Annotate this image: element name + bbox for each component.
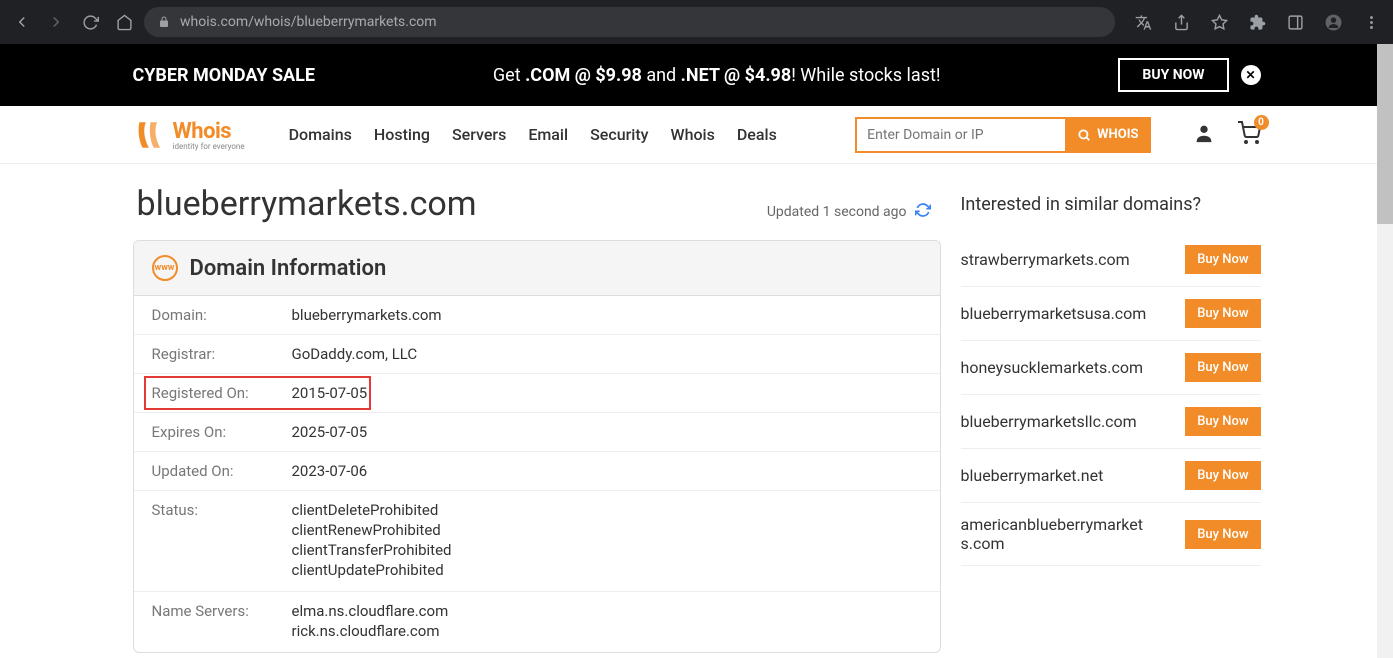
nav-security[interactable]: Security bbox=[590, 125, 648, 144]
info-value: 2023-07-06 bbox=[292, 462, 368, 480]
similar-domain-name: blueberrymarketsllc.com bbox=[961, 412, 1137, 431]
panel-icon[interactable] bbox=[1281, 8, 1309, 36]
url-text: whois.com/whois/blueberrymarkets.com bbox=[180, 14, 437, 30]
similar-domain-name: blueberrymarket.net bbox=[961, 466, 1104, 485]
bookmark-icon[interactable] bbox=[1205, 8, 1233, 36]
lock-icon bbox=[158, 16, 170, 28]
extensions-icon[interactable] bbox=[1243, 8, 1271, 36]
similar-domain-row: blueberrymarketsusa.com Buy Now bbox=[961, 287, 1261, 341]
buy-now-button[interactable]: Buy Now bbox=[1185, 407, 1260, 436]
cart-count-badge: 0 bbox=[1254, 115, 1269, 130]
forward-button[interactable] bbox=[42, 8, 70, 36]
info-label: Domain: bbox=[152, 306, 292, 324]
nav-deals[interactable]: Deals bbox=[737, 125, 777, 144]
home-button[interactable] bbox=[110, 8, 138, 36]
reload-button[interactable] bbox=[76, 8, 104, 36]
info-value: 2015-07-05 bbox=[292, 384, 368, 402]
info-label: Registered On: bbox=[152, 384, 292, 402]
refresh-button[interactable] bbox=[915, 202, 931, 222]
similar-domain-row: americanblueberrymarkets.com Buy Now bbox=[961, 503, 1261, 566]
sidebar-heading: Interested in similar domains? bbox=[961, 194, 1261, 215]
info-label: Name Servers: bbox=[152, 602, 292, 642]
similar-domain-name: blueberrymarketsusa.com bbox=[961, 304, 1147, 323]
domain-info-panel: www Domain Information Domain:blueberrym… bbox=[133, 240, 941, 653]
info-row: Name Servers:elma.ns.cloudflare.comrick.… bbox=[134, 592, 940, 652]
www-icon: www bbox=[152, 255, 178, 281]
updated-text: Updated 1 second ago bbox=[767, 204, 907, 220]
profile-icon[interactable] bbox=[1319, 8, 1347, 36]
cart-icon[interactable]: 0 bbox=[1237, 121, 1261, 149]
similar-domain-name: strawberrymarkets.com bbox=[961, 250, 1130, 269]
account-icon[interactable] bbox=[1193, 122, 1215, 148]
info-row: Domain:blueberrymarkets.com bbox=[134, 296, 940, 335]
similar-domain-row: blueberrymarketsllc.com Buy Now bbox=[961, 395, 1261, 449]
translate-icon[interactable] bbox=[1129, 8, 1157, 36]
info-row: Updated On:2023-07-06 bbox=[134, 452, 940, 491]
promo-buy-button[interactable]: BUY NOW bbox=[1118, 58, 1228, 92]
info-row: Expires On:2025-07-05 bbox=[134, 413, 940, 452]
menu-icon[interactable] bbox=[1357, 8, 1385, 36]
info-value: GoDaddy.com, LLC bbox=[292, 345, 418, 363]
nav-domains[interactable]: Domains bbox=[289, 125, 352, 144]
similar-domain-name: honeysucklemarkets.com bbox=[961, 358, 1144, 377]
info-value: clientDeleteProhibitedclientRenewProhibi… bbox=[292, 501, 452, 581]
whois-search-button[interactable]: WHOIS bbox=[1065, 117, 1150, 153]
panel-heading: Domain Information bbox=[190, 256, 387, 281]
main-nav: Domains Hosting Servers Email Security Whois D… bbox=[289, 125, 777, 144]
logo-icon bbox=[133, 119, 165, 151]
promo-center-text: Get .COM @ $9.98 and .NET @ $4.98! While… bbox=[493, 65, 941, 86]
address-bar[interactable]: whois.com/whois/blueberrymarkets.com bbox=[144, 7, 1115, 37]
info-label: Updated On: bbox=[152, 462, 292, 480]
search-input[interactable] bbox=[855, 117, 1065, 153]
buy-now-button[interactable]: Buy Now bbox=[1185, 353, 1260, 382]
site-header: Whois identity for everyone Domains Hosti… bbox=[0, 106, 1393, 164]
promo-banner: CYBER MONDAY SALE Get .COM @ $9.98 and .… bbox=[0, 44, 1393, 106]
buy-now-button[interactable]: Buy Now bbox=[1185, 299, 1260, 328]
info-label: Expires On: bbox=[152, 423, 292, 441]
promo-sale-text: CYBER MONDAY SALE bbox=[133, 65, 316, 86]
info-row: Status:clientDeleteProhibitedclientRenew… bbox=[134, 491, 940, 592]
search-icon bbox=[1077, 128, 1091, 142]
nav-servers[interactable]: Servers bbox=[452, 125, 506, 144]
info-value: elma.ns.cloudflare.comrick.ns.cloudflare… bbox=[292, 602, 449, 642]
info-label: Registrar: bbox=[152, 345, 292, 363]
buy-now-button[interactable]: Buy Now bbox=[1185, 461, 1260, 490]
info-row: Registered On:2015-07-05 bbox=[134, 374, 940, 413]
scrollbar-thumb[interactable] bbox=[1377, 44, 1393, 224]
info-value: 2025-07-05 bbox=[292, 423, 368, 441]
back-button[interactable] bbox=[8, 8, 36, 36]
scrollbar[interactable] bbox=[1377, 44, 1393, 658]
similar-domain-row: honeysucklemarkets.com Buy Now bbox=[961, 341, 1261, 395]
logo-subtext: identity for everyone bbox=[173, 142, 245, 151]
nav-email[interactable]: Email bbox=[528, 125, 568, 144]
info-label: Status: bbox=[152, 501, 292, 581]
logo[interactable]: Whois identity for everyone bbox=[133, 119, 245, 151]
logo-text: Whois bbox=[173, 119, 232, 144]
similar-domain-name: americanblueberrymarkets.com bbox=[961, 515, 1151, 553]
browser-chrome: whois.com/whois/blueberrymarkets.com bbox=[0, 0, 1393, 44]
similar-domain-row: strawberrymarkets.com Buy Now bbox=[961, 233, 1261, 287]
buy-now-button[interactable]: Buy Now bbox=[1185, 520, 1260, 549]
info-row: Registrar:GoDaddy.com, LLC bbox=[134, 335, 940, 374]
promo-close-button[interactable]: ✕ bbox=[1241, 65, 1261, 85]
nav-hosting[interactable]: Hosting bbox=[374, 125, 430, 144]
share-icon[interactable] bbox=[1167, 8, 1195, 36]
similar-domain-row: blueberrymarket.net Buy Now bbox=[961, 449, 1261, 503]
info-value: blueberrymarkets.com bbox=[292, 306, 442, 324]
nav-whois[interactable]: Whois bbox=[670, 125, 714, 144]
buy-now-button[interactable]: Buy Now bbox=[1185, 245, 1260, 274]
